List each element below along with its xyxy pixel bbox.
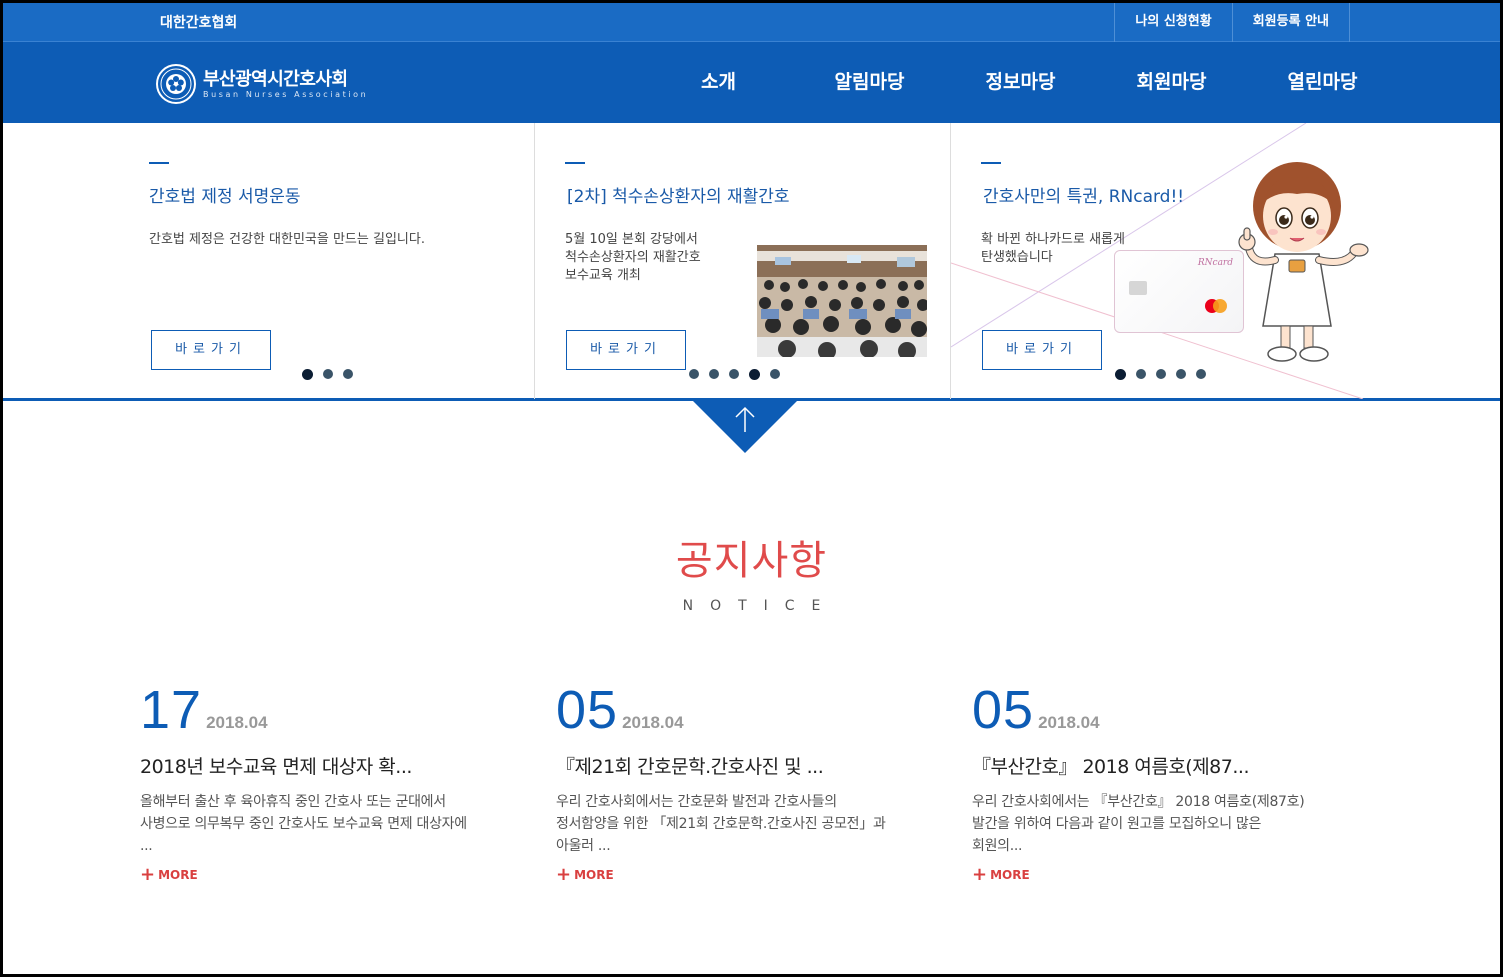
- pagination-dot[interactable]: [1115, 369, 1126, 380]
- notice-item: 05 2018.04 『제21회 간호문학.간호사진 및 ... 우리 간호사회에…: [556, 680, 936, 884]
- more-link[interactable]: + MORE: [972, 864, 1030, 885]
- slide-title[interactable]: 간호법 제정 서명운동: [149, 182, 301, 207]
- notice-summary: 우리 간호사회에서는 『부산간호』 2018 여름호(제87호) 발간을 위하여…: [972, 794, 1305, 854]
- go-button[interactable]: 바로가기: [982, 330, 1102, 370]
- slide-description: 확 바뀐 하나카드로 새롭게 탄생했습니다: [981, 232, 1125, 265]
- kna-link[interactable]: 대한간호협회: [160, 12, 237, 32]
- notice-day: 17: [140, 680, 203, 740]
- lecture-hall-photo: [757, 245, 927, 357]
- notice-title-link[interactable]: 『부산간호』 2018 여름호(제87...: [972, 752, 1352, 779]
- notice-title-link[interactable]: 『제21회 간호문학.간호사진 및 ...: [556, 752, 936, 779]
- pagination-dot[interactable]: [749, 369, 760, 380]
- card-chip-icon: [1129, 281, 1147, 295]
- notice-year-month: 2018.04: [206, 713, 268, 732]
- promo-slider: 간호법 제정 서명운동 간호법 제정은 건강한 대한민국을 만드는 길입니다. …: [3, 123, 1500, 401]
- pagination-dot[interactable]: [343, 369, 353, 379]
- slide-title[interactable]: 간호사만의 특권, RNcard!!: [983, 182, 1184, 207]
- slide-description: 5월 10일 본회 강당에서 척수손상환자의 재활간호 보수교육 개최: [565, 232, 701, 283]
- member-registration-link[interactable]: 회원등록 안내: [1231, 3, 1350, 42]
- slide-panel-nursing-law: 간호법 제정 서명운동 간호법 제정은 건강한 대한민국을 만드는 길입니다. …: [3, 123, 535, 399]
- pagination-dot[interactable]: [709, 369, 719, 379]
- slide-panel-rncard: 간호사만의 특권, RNcard!! 확 바뀐 하나카드로 새롭게 탄생했습니다…: [951, 123, 1500, 399]
- notice-day: 05: [972, 680, 1035, 740]
- pagination-dot[interactable]: [770, 369, 780, 379]
- pagination-dot[interactable]: [1136, 369, 1146, 379]
- pagination-dot[interactable]: [302, 369, 313, 380]
- main-header: 부산광역시간호사회 Busan Nurses Association 소개 알림…: [3, 42, 1500, 123]
- logo-korean: 부산광역시간호사회: [203, 68, 348, 90]
- title-dash: [565, 162, 585, 164]
- notice-year-month: 2018.04: [1038, 713, 1100, 732]
- more-link[interactable]: + MORE: [556, 864, 614, 885]
- utility-links: 나의 신청현황 회원등록 안내: [1114, 3, 1350, 42]
- menu-members[interactable]: 회원마당: [1096, 42, 1247, 123]
- notice-item: 17 2018.04 2018년 보수교육 면제 대상자 확... 올해부터 출산…: [140, 680, 520, 884]
- slide-pagination: [302, 369, 353, 380]
- notice-day: 05: [556, 680, 619, 740]
- my-application-status-link[interactable]: 나의 신청현황: [1114, 3, 1231, 42]
- menu-news[interactable]: 알림마당: [794, 42, 945, 123]
- menu-open-forum[interactable]: 열린마당: [1247, 42, 1398, 123]
- plus-icon: +: [140, 864, 156, 885]
- notice-item: 05 2018.04 『부산간호』 2018 여름호(제87... 우리 간호사회…: [972, 680, 1352, 884]
- slide-title[interactable]: [2차] 척수손상환자의 재활간호: [567, 182, 790, 207]
- slide-description: 간호법 제정은 건강한 대한민국을 만드는 길입니다.: [149, 232, 425, 247]
- utility-bar: 대한간호협회 나의 신청현황 회원등록 안내: [3, 3, 1500, 42]
- main-menu: 소개 알림마당 정보마당 회원마당 열린마당: [643, 42, 1398, 123]
- association-emblem-icon: [156, 64, 196, 104]
- notice-title-link[interactable]: 2018년 보수교육 면제 대상자 확...: [140, 752, 520, 779]
- slide-pagination: [689, 369, 780, 380]
- notice-summary: 올해부터 출산 후 육아휴직 중인 간호사 또는 군대에서 사병으로 의무복무 …: [140, 794, 467, 854]
- more-link[interactable]: + MORE: [140, 864, 198, 885]
- notice-subtitle: NOTICE: [682, 598, 838, 614]
- pagination-dot[interactable]: [1196, 369, 1206, 379]
- pagination-dot[interactable]: [1156, 369, 1166, 379]
- notice-summary: 우리 간호사회에서는 간호문화 발전과 간호사들의 정서함양을 위한 「제21회…: [556, 794, 886, 854]
- pagination-dot[interactable]: [729, 369, 739, 379]
- notice-year-month: 2018.04: [622, 713, 684, 732]
- slide-panel-rehab-education: [2차] 척수손상환자의 재활간호 5월 10일 본회 강당에서 척수손상환자의…: [535, 123, 951, 399]
- title-dash: [981, 162, 1001, 164]
- mastercard-logo-icon: [1205, 299, 1227, 313]
- pagination-dot[interactable]: [323, 369, 333, 379]
- site-logo[interactable]: 부산광역시간호사회 Busan Nurses Association: [156, 64, 368, 104]
- go-button[interactable]: 바로가기: [151, 330, 271, 370]
- menu-about[interactable]: 소개: [643, 42, 794, 123]
- plus-icon: +: [556, 864, 572, 885]
- plus-icon: +: [972, 864, 988, 885]
- notice-title: 공지사항: [675, 538, 828, 584]
- title-dash: [149, 162, 169, 164]
- slide-pagination: [1115, 369, 1206, 380]
- pagination-dot[interactable]: [1176, 369, 1186, 379]
- scroll-up-arrow-icon[interactable]: [693, 401, 797, 453]
- menu-info[interactable]: 정보마당: [945, 42, 1096, 123]
- logo-english: Busan Nurses Association: [203, 89, 369, 99]
- rncard-image: RNcard: [1114, 250, 1244, 333]
- nurse-mascot-illustration: [1238, 162, 1369, 362]
- go-button[interactable]: 바로가기: [566, 330, 686, 370]
- pagination-dot[interactable]: [689, 369, 699, 379]
